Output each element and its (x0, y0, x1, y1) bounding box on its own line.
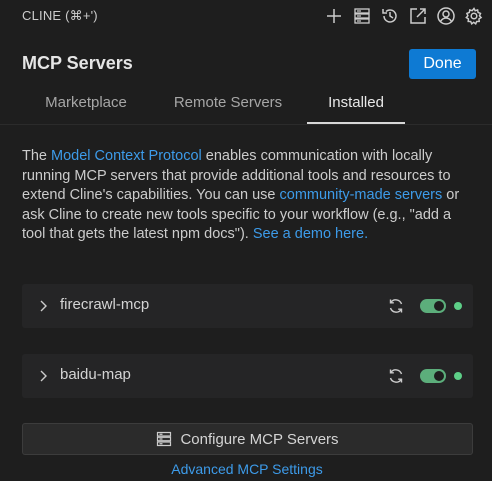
server-list-icon[interactable] (350, 4, 374, 28)
community-servers-link[interactable]: community-made servers (280, 187, 443, 203)
tab-remote-servers[interactable]: Remote Servers (157, 86, 299, 122)
done-button[interactable]: Done (409, 49, 476, 79)
demo-link[interactable]: See a demo here. (253, 226, 368, 242)
tab-marketplace[interactable]: Marketplace (27, 86, 145, 122)
page-title: MCP Servers (22, 53, 133, 73)
account-icon[interactable] (434, 4, 458, 28)
server-row-baidu-map[interactable]: baidu-map (22, 354, 473, 398)
refresh-icon[interactable] (386, 296, 406, 316)
gear-icon[interactable] (462, 4, 486, 28)
title-bar: CLINE (⌘+') (0, 0, 492, 32)
advanced-mcp-settings-link[interactable]: Advanced MCP Settings (0, 461, 492, 477)
server-enabled-toggle[interactable] (420, 369, 446, 383)
server-name: baidu-map (60, 366, 131, 383)
app-title: CLINE (⌘+') (22, 8, 98, 23)
tab-installed[interactable]: Installed (307, 86, 405, 124)
toggle-knob (434, 301, 444, 311)
server-name: firecrawl-mcp (60, 296, 150, 313)
server-row-firecrawl-mcp[interactable]: firecrawl-mcp (22, 284, 473, 328)
toolbar (318, 4, 486, 28)
chevron-right-icon (40, 300, 47, 312)
refresh-icon[interactable] (386, 366, 406, 386)
configure-mcp-servers-button[interactable]: Configure MCP Servers (22, 423, 473, 455)
chevron-right-icon (40, 370, 47, 382)
status-dot (454, 372, 462, 380)
model-context-protocol-link[interactable]: Model Context Protocol (51, 148, 202, 164)
configure-label: Configure MCP Servers (180, 430, 339, 448)
history-icon[interactable] (378, 4, 402, 28)
popout-icon[interactable] (406, 4, 430, 28)
mcp-description: The Model Context Protocol enables commu… (22, 147, 478, 245)
status-dot (454, 302, 462, 310)
plus-icon[interactable] (322, 4, 346, 28)
header: MCP Servers Done (0, 46, 492, 82)
server-icon (157, 431, 172, 447)
toggle-knob (434, 371, 444, 381)
description-text: The (22, 148, 52, 164)
tab-bar: Marketplace Remote Servers Installed (0, 86, 492, 125)
server-enabled-toggle[interactable] (420, 299, 446, 313)
